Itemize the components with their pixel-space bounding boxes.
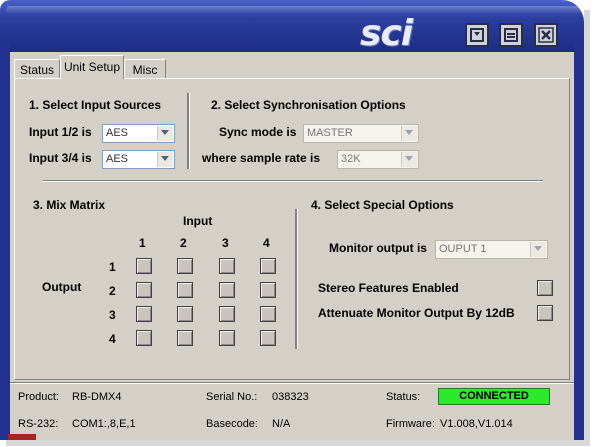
basecode-label: Basecode:: [206, 418, 258, 430]
chevron-down-icon: [157, 126, 173, 141]
input-34-label: Input 3/4 is: [29, 151, 92, 165]
tray-icon: [470, 28, 484, 42]
basecode-value: N/A: [272, 418, 291, 430]
matrix-button-r3-c4[interactable]: [260, 306, 276, 322]
matrix-button-r2-c2[interactable]: [177, 282, 193, 298]
matrix-button-r4-c4[interactable]: [260, 330, 276, 346]
app-window: sci Status Unit Setup Misc 1. Select Inp…: [0, 0, 584, 440]
matrix-button-r2-c1[interactable]: [136, 282, 152, 298]
close-icon: [538, 27, 554, 43]
minimize-button[interactable]: [465, 23, 489, 47]
matrix-button-r3-c1[interactable]: [136, 306, 152, 322]
matrix-button-r1-c2[interactable]: [177, 258, 193, 274]
firmware-label: Firmware:: [386, 418, 435, 430]
rs232-label: RS-232:: [18, 418, 59, 430]
matrix-row-4: 4: [109, 332, 116, 346]
serial-label: Serial No.:: [206, 391, 258, 403]
status-bar: Product: RB-DMX4 Serial No.: 038323 Stat…: [10, 382, 574, 440]
matrix-button-r3-c3[interactable]: [219, 306, 235, 322]
client-area: Status Unit Setup Misc 1. Select Input S…: [10, 52, 574, 440]
matrix-button-r3-c2[interactable]: [177, 306, 193, 322]
input-34-select[interactable]: AES: [102, 150, 175, 169]
matrix-row-2: 2: [109, 284, 116, 298]
chevron-down-icon: [530, 242, 546, 257]
input-sources-title: 1. Select Input Sources: [29, 98, 162, 112]
matrix-button-r4-c1[interactable]: [136, 330, 152, 346]
matrix-col-2: 2: [180, 236, 187, 250]
matrix-row-3: 3: [109, 308, 116, 322]
attenuate-monitor-label: Attenuate Monitor Output By 12dB: [318, 306, 515, 320]
section-divider: [187, 93, 190, 169]
sync-mode-label: Sync mode is: [219, 125, 297, 139]
serial-value: 038323: [272, 391, 309, 403]
chevron-down-icon: [401, 126, 417, 141]
matrix-row-1: 1: [109, 260, 116, 274]
mix-matrix-title: 3. Mix Matrix: [33, 198, 106, 212]
matrix-col-1: 1: [139, 236, 146, 250]
tab-status[interactable]: Status: [14, 59, 60, 79]
restore-button[interactable]: [499, 23, 523, 47]
product-label: Product:: [18, 391, 59, 403]
unit-setup-panel: 1. Select Input Sources Input 1/2 is AES…: [14, 78, 570, 380]
matrix-button-r2-c4[interactable]: [260, 282, 276, 298]
section-divider: [295, 209, 298, 349]
monitor-output-label: Monitor output is: [329, 241, 427, 255]
sci-logo: sci: [360, 13, 413, 54]
horizontal-divider: [43, 180, 543, 182]
matrix-col-4: 4: [263, 236, 270, 250]
close-button[interactable]: [534, 23, 558, 47]
firmware-value: V1.008,V1.014: [440, 418, 513, 430]
rs232-value: COM1:,8,E,1: [72, 418, 136, 430]
product-value: RB-DMX4: [72, 391, 122, 403]
matrix-button-r1-c1[interactable]: [136, 258, 152, 274]
input-12-select[interactable]: AES: [102, 124, 175, 143]
status-badge: CONNECTED: [438, 388, 550, 405]
status-label: Status:: [386, 391, 421, 403]
matrix-button-r4-c3[interactable]: [219, 330, 235, 346]
matrix-input-label: Input: [183, 214, 213, 228]
special-options-title: 4. Select Special Options: [311, 198, 454, 212]
sample-rate-label: where sample rate is: [202, 151, 321, 165]
chevron-down-icon: [401, 152, 417, 167]
title-bar[interactable]: sci: [0, 0, 584, 52]
chevron-down-icon: [157, 152, 173, 167]
matrix-button-r4-c2[interactable]: [177, 330, 193, 346]
matrix-output-label: Output: [42, 280, 82, 294]
matrix-button-r2-c3[interactable]: [219, 282, 235, 298]
restore-icon: [504, 28, 518, 42]
sync-title: 2. Select Synchronisation Options: [211, 98, 406, 112]
stereo-features-label: Stereo Features Enabled: [318, 281, 459, 295]
attenuate-monitor-toggle[interactable]: [537, 305, 553, 321]
tab-misc[interactable]: Misc: [124, 59, 166, 79]
sample-rate-select[interactable]: 32K: [337, 150, 419, 169]
sync-mode-select[interactable]: MASTER: [303, 124, 419, 143]
stereo-features-toggle[interactable]: [537, 280, 553, 296]
matrix-col-3: 3: [222, 236, 229, 250]
monitor-output-select[interactable]: OUPUT 1: [435, 240, 548, 259]
matrix-button-r1-c3[interactable]: [219, 258, 235, 274]
resize-grip: [8, 434, 36, 440]
input-12-label: Input 1/2 is: [29, 125, 92, 139]
tab-unit-setup[interactable]: Unit Setup: [60, 55, 124, 79]
matrix-button-r1-c4[interactable]: [260, 258, 276, 274]
